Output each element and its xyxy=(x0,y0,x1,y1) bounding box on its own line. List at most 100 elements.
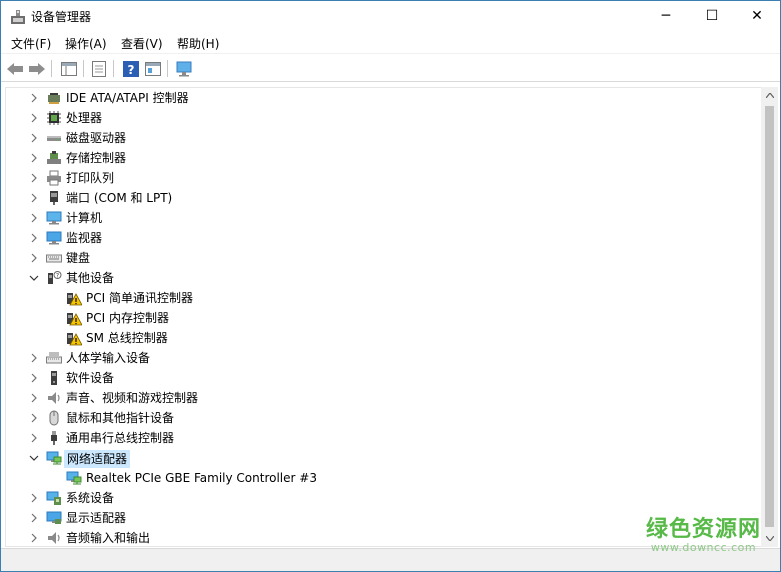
scroll-up-button[interactable] xyxy=(761,87,778,104)
back-button[interactable] xyxy=(5,59,25,79)
minimize-button[interactable]: ─ xyxy=(643,1,689,31)
tree-item-label: 计算机 xyxy=(66,211,103,225)
tree-item-label: 处理器 xyxy=(66,111,103,125)
tree-category[interactable]: 鼠标和其他指针设备 xyxy=(6,408,761,428)
tree-category[interactable]: 监视器 xyxy=(6,228,761,248)
close-button[interactable]: ✕ xyxy=(734,1,780,31)
toolbar-separator xyxy=(113,60,114,77)
chevron-down-icon[interactable] xyxy=(28,452,40,464)
warning-device-icon xyxy=(67,293,82,306)
tree-item-label: PCI 简单通讯控制器 xyxy=(86,291,193,305)
tree-category[interactable]: 打印队列 xyxy=(6,168,761,188)
tree-item-label: 人体学输入设备 xyxy=(66,351,151,365)
system-device-icon xyxy=(46,491,61,505)
view-button[interactable] xyxy=(143,59,163,79)
properties-button[interactable] xyxy=(89,59,109,79)
keyboard-icon xyxy=(46,254,62,263)
svg-text:?: ? xyxy=(128,63,135,77)
chevron-right-icon[interactable] xyxy=(28,192,40,204)
tree-category[interactable]: 键盘 xyxy=(6,248,761,268)
tree-item-label: SM 总线控制器 xyxy=(86,331,168,345)
scan-hardware-button[interactable] xyxy=(175,59,195,79)
printer-icon xyxy=(47,170,61,186)
chevron-right-icon[interactable] xyxy=(28,532,40,544)
tree-item-label: 声音、视频和游戏控制器 xyxy=(66,391,199,405)
site-watermark: 绿色资源网 www.downcc.com xyxy=(646,518,761,554)
menu-view[interactable]: 查看(V) xyxy=(121,35,163,52)
tree-category[interactable]: 通用串行总线控制器 xyxy=(6,428,761,448)
tree-category[interactable]: 存储控制器 xyxy=(6,148,761,168)
tree-item-label: PCI 内存控制器 xyxy=(86,311,169,325)
tree-item-label: 系统设备 xyxy=(66,491,115,505)
chevron-right-icon[interactable] xyxy=(28,432,40,444)
tree-device[interactable]: Realtek PCIe GBE Family Controller #3 xyxy=(6,468,761,488)
tree-item-label: 键盘 xyxy=(66,251,91,265)
chevron-right-icon[interactable] xyxy=(28,372,40,384)
chevron-up-icon xyxy=(765,93,774,98)
chevron-right-icon[interactable] xyxy=(28,492,40,504)
tree-category[interactable]: 人体学输入设备 xyxy=(6,348,761,368)
window-title: 设备管理器 xyxy=(31,10,92,24)
tree-category[interactable]: 声音、视频和游戏控制器 xyxy=(6,388,761,408)
menu-file[interactable]: 文件(F) xyxy=(11,35,51,52)
display-adapter-icon xyxy=(46,511,62,524)
chevron-right-icon[interactable] xyxy=(28,212,40,224)
device-tree[interactable]: IDE ATA/ATAPI 控制器处理器磁盘驱动器存储控制器 打印队列端口 (CO… xyxy=(5,87,761,547)
tree-device[interactable]: SM 总线控制器 xyxy=(6,328,761,348)
other-devices-icon: ? xyxy=(48,271,62,284)
chevron-right-icon[interactable] xyxy=(28,112,40,124)
tree-category[interactable]: 磁盘驱动器 xyxy=(6,128,761,148)
tree-category[interactable]: IDE ATA/ATAPI 控制器 xyxy=(6,88,761,108)
tree-category[interactable]: 系统设备 xyxy=(6,488,761,508)
tree-item-label: 音频输入和输出 xyxy=(66,531,151,545)
title-bar[interactable]: 设备管理器 ─ ☐ ✕ xyxy=(1,1,780,31)
tree-item-label: 网络适配器 xyxy=(64,450,131,468)
svg-text:?: ? xyxy=(56,273,59,280)
toolbar-separator xyxy=(83,60,84,77)
chevron-right-icon[interactable] xyxy=(28,352,40,364)
tree-category[interactable]: 端口 (COM 和 LPT) xyxy=(6,188,761,208)
show-hide-console-tree-icon xyxy=(61,62,77,76)
chevron-right-icon[interactable] xyxy=(28,132,40,144)
disk-drive-icon xyxy=(47,136,61,141)
tree-item-label: 鼠标和其他指针设备 xyxy=(66,411,175,425)
usb-icon xyxy=(51,431,57,445)
console-tree-button[interactable] xyxy=(59,59,79,79)
scroll-thumb[interactable] xyxy=(765,106,774,527)
scan-hardware-icon xyxy=(176,61,192,77)
tree-category[interactable]: 计算机 xyxy=(6,208,761,228)
help-icon: ? xyxy=(123,61,139,77)
chevron-right-icon[interactable] xyxy=(28,172,40,184)
chevron-right-icon[interactable] xyxy=(28,252,40,264)
chevron-right-icon[interactable] xyxy=(28,512,40,524)
forward-button[interactable] xyxy=(27,59,47,79)
chevron-down-icon[interactable] xyxy=(28,272,40,284)
chevron-right-icon[interactable] xyxy=(28,392,40,404)
help-button[interactable]: ? xyxy=(121,59,141,79)
back-arrow-icon xyxy=(7,63,23,75)
warning-device-icon xyxy=(67,333,82,346)
menu-action[interactable]: 操作(A) xyxy=(65,35,107,52)
tree-device[interactable]: PCI 简单通讯控制器 xyxy=(6,288,761,308)
tree-category[interactable]: 处理器 xyxy=(6,108,761,128)
warning-device-icon xyxy=(67,313,82,326)
tree-category[interactable]: ? 其他设备 xyxy=(6,268,761,288)
scroll-down-button[interactable] xyxy=(761,530,778,547)
chevron-right-icon[interactable] xyxy=(28,92,40,104)
vertical-scrollbar[interactable] xyxy=(761,87,778,547)
toolbar-separator xyxy=(167,60,168,77)
forward-arrow-icon xyxy=(29,63,45,75)
maximize-button[interactable]: ☐ xyxy=(689,1,735,31)
chevron-right-icon[interactable] xyxy=(28,232,40,244)
chevron-right-icon[interactable] xyxy=(28,152,40,164)
menu-help[interactable]: 帮助(H) xyxy=(177,35,219,52)
tree-category[interactable]: 网络适配器 xyxy=(6,448,761,468)
tree-device[interactable]: PCI 内存控制器 xyxy=(6,308,761,328)
device-manager-app-icon xyxy=(11,10,25,24)
chevron-right-icon[interactable] xyxy=(28,412,40,424)
tree-item-label: 磁盘驱动器 xyxy=(66,131,127,145)
tree-item-label: 端口 (COM 和 LPT) xyxy=(66,191,173,205)
tree-item-label: 通用串行总线控制器 xyxy=(66,431,175,445)
tree-category[interactable]: 软件设备 xyxy=(6,368,761,388)
network-adapter-icon xyxy=(46,451,62,465)
